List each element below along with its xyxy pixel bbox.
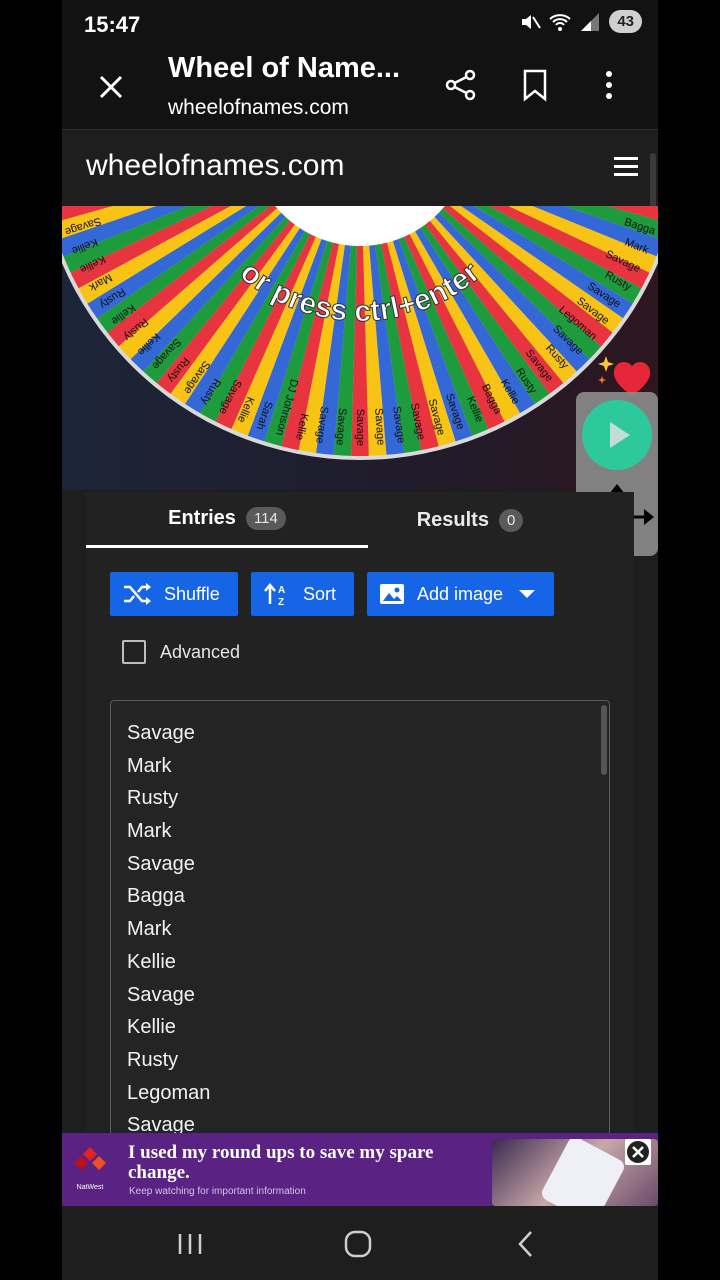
wheel-slice-label: Savage bbox=[334, 408, 348, 446]
home-icon[interactable] bbox=[342, 1228, 374, 1260]
ad-phone-image bbox=[539, 1139, 627, 1206]
mute-icon bbox=[522, 14, 542, 29]
bookmark-icon[interactable] bbox=[520, 68, 550, 102]
wheel-slice-label: Savage bbox=[354, 409, 366, 446]
play-icon bbox=[610, 422, 630, 448]
browser-tab-header: Wheel of Name... wheelofnames.com bbox=[62, 50, 658, 130]
natwest-logo: NatWest bbox=[74, 1147, 106, 1191]
ad-close-icon[interactable] bbox=[625, 1139, 651, 1165]
ad-headline: I used my round ups to save my spare cha… bbox=[128, 1142, 434, 1183]
svg-text:Z: Z bbox=[278, 597, 284, 606]
ad-banner[interactable]: NatWest I used my round ups to save my s… bbox=[62, 1133, 658, 1206]
site-header: wheelofnames.com bbox=[62, 131, 658, 343]
battery-indicator: 43 bbox=[609, 10, 642, 33]
shuffle-button[interactable]: Shuffle bbox=[110, 572, 238, 616]
tab-results-label: Results bbox=[416, 508, 489, 531]
entry-item: Mark bbox=[127, 918, 172, 941]
entries-textarea[interactable]: Savage Mark Rusty Mark Savage Bagga Mark Kellie… bbox=[110, 700, 610, 1140]
advanced-checkbox[interactable] bbox=[122, 640, 146, 664]
name-wheel[interactable]: BaggaMarkSavageRustySavageSavageLegomanS… bbox=[62, 206, 658, 490]
android-nav-bar bbox=[62, 1206, 658, 1280]
site-logo[interactable]: wheelofnames.com bbox=[86, 149, 344, 183]
close-icon[interactable] bbox=[94, 70, 128, 104]
tab-entries-label: Entries bbox=[168, 507, 236, 529]
entries-panel: Entries 114 Results 0 Shuffle A Z Sort A… bbox=[86, 492, 634, 1140]
entry-item: Mark bbox=[127, 754, 172, 777]
wifi-icon bbox=[549, 13, 571, 31]
hamburger-menu-icon[interactable] bbox=[614, 155, 638, 179]
shuffle-icon bbox=[124, 583, 151, 605]
page-title: Wheel of Name... bbox=[168, 52, 401, 84]
entry-item: Kellie bbox=[127, 1016, 176, 1039]
tab-entries[interactable]: Entries 114 bbox=[86, 492, 368, 548]
results-count-badge: 0 bbox=[498, 508, 524, 532]
entries-list: Savage Mark Rusty Mark Savage Bagga Mark Kellie… bbox=[127, 722, 211, 1139]
ad-subline: Keep watching for important information bbox=[129, 1186, 306, 1197]
entry-item: Savage bbox=[127, 852, 195, 875]
sort-button[interactable]: A Z Sort bbox=[251, 572, 354, 616]
sort-icon: A Z bbox=[264, 583, 285, 606]
svg-text:A: A bbox=[278, 585, 285, 596]
entries-count-badge: 114 bbox=[245, 507, 286, 530]
status-bar: 15:47 43 bbox=[62, 0, 658, 50]
ad-brand: NatWest bbox=[77, 1184, 104, 1191]
advanced-option[interactable]: Advanced bbox=[122, 640, 240, 664]
add-image-button[interactable]: Add image bbox=[367, 572, 554, 616]
tab-results[interactable]: Results 0 bbox=[368, 492, 572, 548]
wheel-slice-label: Savage bbox=[372, 408, 386, 446]
entry-item: Kellie bbox=[127, 950, 176, 973]
shuffle-label: Shuffle bbox=[164, 583, 220, 604]
entry-item: Savage bbox=[127, 983, 195, 1006]
page-url: wheelofnames.com bbox=[168, 96, 349, 119]
entry-item: Savage bbox=[127, 722, 195, 744]
share-icon[interactable] bbox=[444, 68, 478, 102]
status-icons: 43 bbox=[519, 10, 642, 33]
entry-item: Rusty bbox=[127, 1048, 179, 1071]
more-options-icon[interactable] bbox=[592, 68, 626, 102]
spin-play-button[interactable] bbox=[582, 400, 652, 470]
recent-apps-icon[interactable] bbox=[174, 1228, 206, 1260]
sort-label: Sort bbox=[303, 583, 337, 604]
back-icon[interactable] bbox=[510, 1228, 542, 1260]
entry-item: Legoman bbox=[127, 1081, 211, 1104]
entries-scrollbar[interactable] bbox=[601, 705, 607, 775]
advanced-label: Advanced bbox=[160, 641, 241, 662]
entry-item: Rusty bbox=[127, 787, 179, 810]
wheel-area: Bagga Mark Savage Rusty Savage Savage Legoman S… bbox=[62, 206, 658, 490]
entry-item: Mark bbox=[127, 820, 172, 843]
image-icon bbox=[380, 584, 404, 604]
entry-item: Bagga bbox=[127, 885, 185, 908]
chevron-down-icon[interactable] bbox=[517, 588, 537, 600]
add-image-label: Add image bbox=[417, 583, 504, 604]
signal-icon bbox=[581, 12, 600, 31]
browser-screen: 15:47 43 Wheel of Name... wheelofnames.c… bbox=[62, 0, 658, 1280]
status-time: 15:47 bbox=[84, 12, 141, 37]
